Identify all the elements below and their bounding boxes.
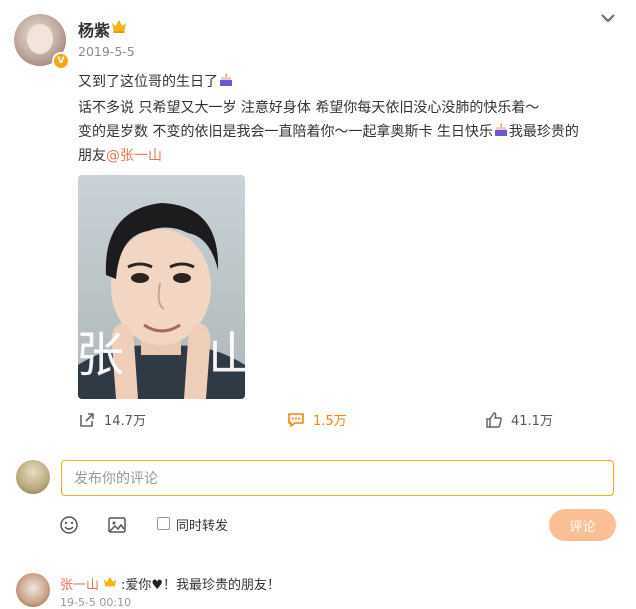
my-avatar[interactable] (16, 460, 50, 494)
share-icon (80, 412, 94, 427)
cake-icon (220, 73, 232, 86)
photo-caption-right: 山 (208, 327, 245, 383)
photo-caption-left: 张 (78, 327, 125, 383)
post-text: 变的是岁数 不变的依旧是我会一直陪着你～一起拿奥斯卡 生日快乐 (78, 124, 493, 140)
post-text: 朋友 (78, 148, 106, 164)
author-name[interactable]: 杨紫 (78, 17, 110, 41)
post-photo[interactable]: 张 山 (78, 175, 245, 399)
post-text: 又到了这位哥的生日了 (78, 74, 218, 90)
post-line-1: 又到了这位哥的生日了 (78, 71, 234, 91)
comment-text: :爱你♥！我最珍贵的朋友！ (121, 574, 280, 593)
crown-icon (103, 576, 117, 587)
repost-checkbox[interactable] (157, 517, 170, 530)
comment-text-part: ！我最珍贵的朋友！ (163, 578, 281, 593)
post-line-4: 朋友@张一山 (78, 145, 162, 165)
verified-badge-icon: V (52, 52, 70, 70)
post-text: 我最珍贵的 (508, 124, 579, 140)
heart-icon: ♥ (151, 578, 164, 593)
post-date[interactable]: 2019-5-5 (78, 44, 135, 59)
post-line-3: 变的是岁数 不变的依旧是我会一直陪着你～一起拿奥斯卡 生日快乐 我最珍贵的 (78, 121, 579, 141)
commenter-avatar[interactable] (16, 573, 50, 607)
like-button[interactable]: 41.1万 (485, 410, 553, 429)
submit-comment-button[interactable]: 评论 (549, 509, 616, 541)
thumbs-up-icon (486, 411, 502, 428)
commenter-name[interactable]: 张一山 (60, 574, 99, 593)
repost-count: 14.7万 (104, 414, 146, 429)
comment-input[interactable]: 发布你的评论 (61, 460, 614, 496)
mention-link[interactable]: @张一山 (106, 148, 162, 164)
repost-button[interactable]: 14.7万 (78, 410, 146, 429)
comment-time: 19-5-5 00:10 (60, 596, 132, 609)
repost-checkbox-label[interactable]: 同时转发 (176, 515, 228, 534)
like-count: 41.1万 (511, 414, 553, 429)
cake-icon (494, 123, 507, 136)
post-line-2: 话不多说 只希望又大一岁 注意好身体 希望你每天依旧没心没肺的快乐着～ (78, 100, 540, 116)
comment-text-part: :爱你 (121, 578, 152, 593)
comment-placeholder: 发布你的评论 (74, 471, 158, 487)
comment-count: 1.5万 (313, 414, 347, 429)
crown-icon (112, 20, 126, 33)
image-icon[interactable] (107, 515, 127, 535)
chevron-down-icon[interactable] (600, 12, 616, 24)
comment-icon (288, 412, 304, 427)
emoji-icon[interactable] (59, 515, 79, 535)
comment-button[interactable]: 1.5万 (287, 410, 347, 429)
